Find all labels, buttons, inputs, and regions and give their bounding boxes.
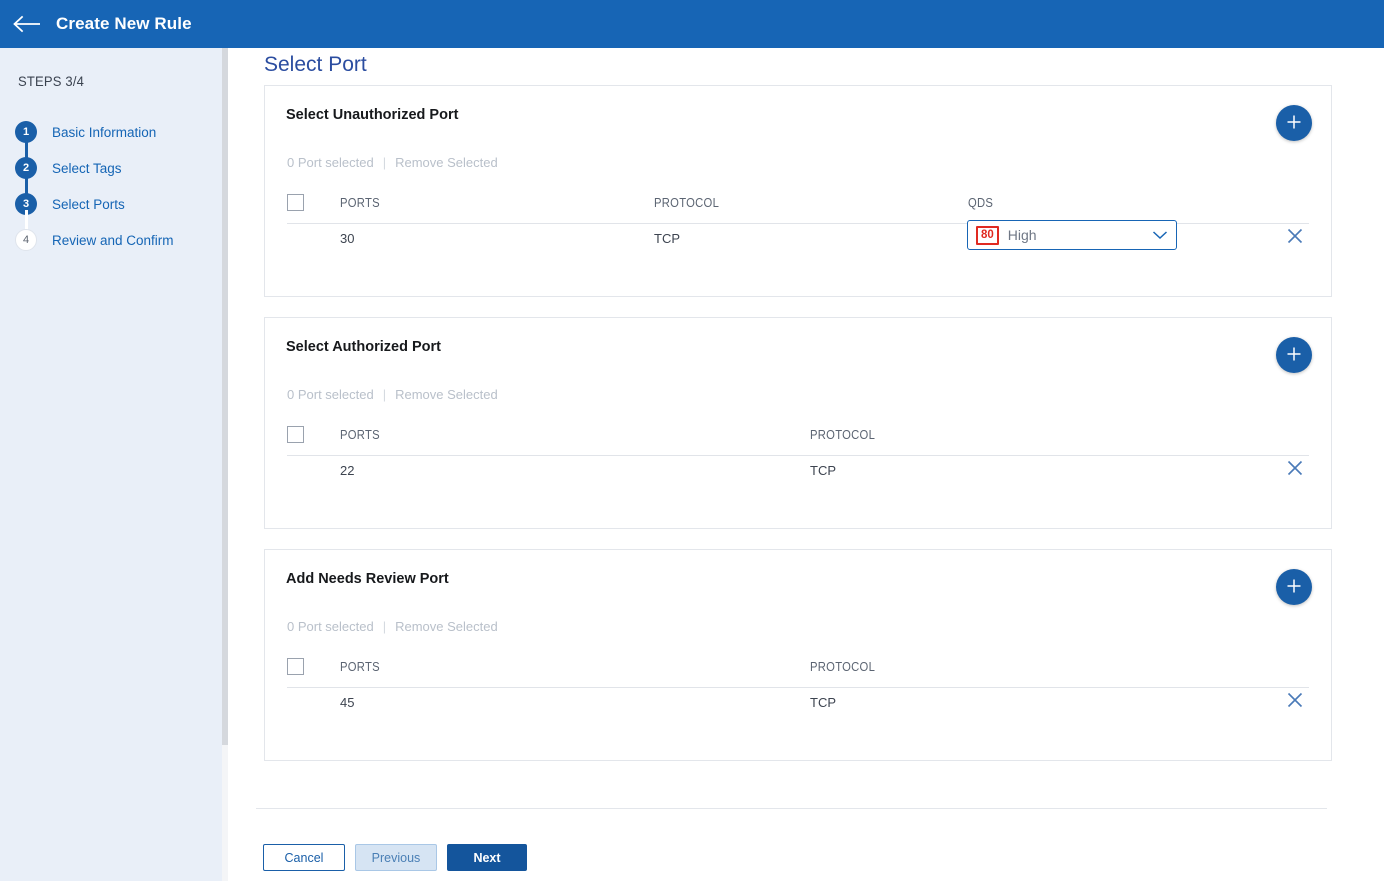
- toolbar-separator: |: [382, 155, 387, 170]
- qds-level-value: High: [1007, 227, 1037, 243]
- sidebar-step-select-ports[interactable]: 3 Select Ports: [14, 186, 214, 246]
- plus-icon: [1285, 577, 1303, 598]
- selected-count: 0 Port selected: [287, 155, 374, 170]
- column-header-ports: PORTS: [340, 660, 380, 674]
- table-row: 45 TCP: [287, 688, 1309, 724]
- step-marker-1: 1: [14, 120, 38, 174]
- column-header-qds: QDS: [968, 196, 994, 210]
- app-header: Create New Rule: [0, 0, 1384, 48]
- page-title: Select Port: [264, 53, 367, 76]
- cell-port: 30: [340, 231, 355, 246]
- sidebar-step-label-3: Select Ports: [52, 196, 125, 212]
- sidebar-step-label-4: Review and Confirm: [52, 232, 174, 248]
- card-select-unauthorized-port: Select Unauthorized Port 0 Port selected…: [264, 85, 1332, 297]
- cell-protocol: TCP: [654, 231, 680, 246]
- table-row: 30 TCP 80 High: [287, 220, 1309, 260]
- column-header-ports: PORTS: [340, 428, 380, 442]
- step-marker-2: 2: [14, 156, 38, 210]
- steps-progress-label: STEPS 3/4: [18, 73, 85, 89]
- sidebar-step-label-2: Select Tags: [52, 160, 122, 176]
- next-button[interactable]: Next: [447, 844, 527, 871]
- card-title: Select Authorized Port: [286, 339, 441, 355]
- select-all-checkbox[interactable]: [287, 658, 304, 675]
- card-add-needs-review-port: Add Needs Review Port 0 Port selected | …: [264, 549, 1332, 761]
- cell-protocol: TCP: [810, 695, 836, 710]
- selection-toolbar: 0 Port selected | Remove Selected: [287, 155, 498, 170]
- add-port-button[interactable]: [1276, 105, 1312, 141]
- card-title: Select Unauthorized Port: [286, 107, 459, 123]
- selection-toolbar: 0 Port selected | Remove Selected: [287, 619, 498, 634]
- remove-selected-button[interactable]: Remove Selected: [395, 155, 498, 170]
- column-header-protocol: PROTOCOL: [810, 660, 876, 674]
- sidebar-step-basic-information[interactable]: 1 Basic Information: [14, 114, 214, 174]
- select-all-checkbox[interactable]: [287, 194, 304, 211]
- card-title: Add Needs Review Port: [286, 571, 449, 587]
- step-marker-3: 3: [14, 192, 38, 246]
- plus-icon: [1285, 113, 1303, 134]
- close-icon: [1285, 690, 1305, 715]
- remove-selected-button[interactable]: Remove Selected: [395, 619, 498, 634]
- toolbar-separator: |: [382, 619, 387, 634]
- cell-port: 45: [340, 695, 355, 710]
- toolbar-separator: |: [382, 387, 387, 402]
- cancel-button[interactable]: Cancel: [263, 844, 345, 871]
- column-header-protocol: PROTOCOL: [810, 428, 876, 442]
- remove-selected-button[interactable]: Remove Selected: [395, 387, 498, 402]
- sidebar-step-select-tags[interactable]: 2 Select Tags: [14, 150, 214, 210]
- table-header-row: PORTS PROTOCOL: [287, 654, 1309, 688]
- plus-icon: [1285, 345, 1303, 366]
- ports-table: PORTS PROTOCOL 45 TCP: [287, 654, 1309, 724]
- chevron-down-icon: [1152, 230, 1168, 240]
- qds-score-badge: 80: [976, 225, 999, 245]
- card-select-authorized-port: Select Authorized Port 0 Port selected |…: [264, 317, 1332, 529]
- cell-port: 22: [340, 463, 355, 478]
- arrow-left-icon[interactable]: [12, 13, 42, 35]
- cell-protocol: TCP: [810, 463, 836, 478]
- sidebar-step-review-and-confirm[interactable]: 4 Review and Confirm: [14, 222, 214, 258]
- app-title: Create New Rule: [56, 14, 192, 33]
- main-content: Select Port Select Unauthorized Port 0 P…: [228, 48, 1384, 881]
- remove-row-button[interactable]: [1283, 458, 1307, 482]
- select-all-checkbox[interactable]: [287, 426, 304, 443]
- selected-count: 0 Port selected: [287, 387, 374, 402]
- table-header-row: PORTS PROTOCOL QDS: [287, 190, 1309, 224]
- column-header-ports: PORTS: [340, 196, 380, 210]
- close-icon: [1285, 458, 1305, 483]
- add-port-button[interactable]: [1276, 337, 1312, 373]
- step-marker-4: 4: [14, 228, 38, 252]
- footer-divider: [256, 808, 1327, 809]
- selected-count: 0 Port selected: [287, 619, 374, 634]
- sidebar-step-label-1: Basic Information: [52, 124, 157, 140]
- footer-actions: Cancel Previous Next: [263, 844, 527, 871]
- selection-toolbar: 0 Port selected | Remove Selected: [287, 387, 498, 402]
- stepper: 1 Basic Information 2 Select Tags 3 Sele…: [14, 114, 214, 258]
- sidebar: STEPS 3/4 1 Basic Information 2 Select T…: [0, 48, 222, 881]
- remove-row-button[interactable]: [1283, 226, 1307, 250]
- table-header-row: PORTS PROTOCOL: [287, 422, 1309, 456]
- close-icon: [1285, 226, 1305, 251]
- ports-table: PORTS PROTOCOL 22 TCP: [287, 422, 1309, 492]
- add-port-button[interactable]: [1276, 569, 1312, 605]
- ports-table: PORTS PROTOCOL QDS 30 TCP 80 High: [287, 190, 1309, 260]
- table-row: 22 TCP: [287, 456, 1309, 492]
- previous-button[interactable]: Previous: [355, 844, 437, 871]
- remove-row-button[interactable]: [1283, 690, 1307, 714]
- column-header-protocol: PROTOCOL: [654, 196, 720, 210]
- qds-select[interactable]: 80 High: [967, 220, 1177, 250]
- step-number-4: 4: [15, 229, 37, 251]
